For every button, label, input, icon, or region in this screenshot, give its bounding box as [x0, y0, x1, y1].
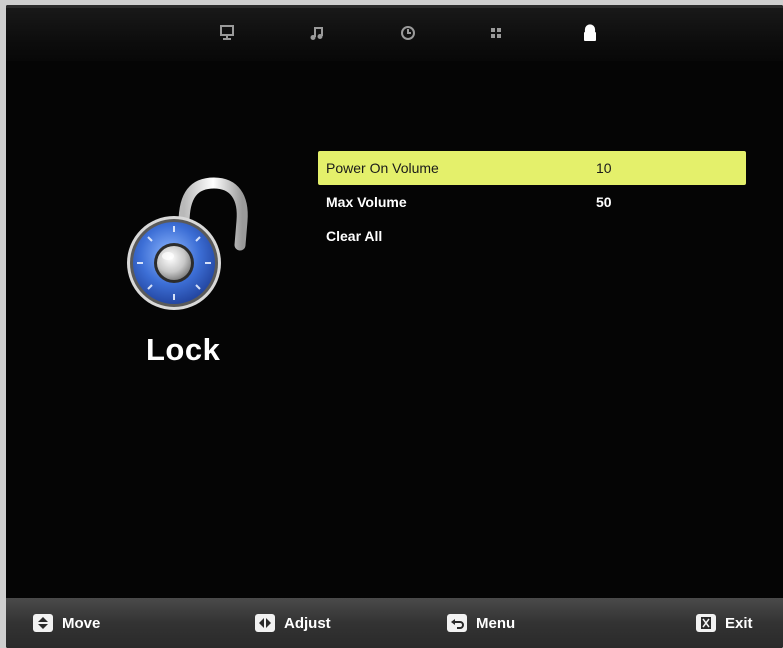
menu-item-label: Max Volume	[326, 194, 407, 210]
tab-time[interactable]	[394, 19, 422, 47]
menu-item-power-on-volume[interactable]: Power On Volume 10	[318, 151, 746, 185]
menu-item-value: 50	[596, 194, 612, 210]
left-right-key-icon	[255, 614, 275, 632]
menu-item-max-volume[interactable]: Max Volume 50	[318, 185, 746, 219]
exit-key-icon	[696, 614, 716, 632]
hint-menu-label: Menu	[476, 614, 516, 632]
menu-item-label: Clear All	[326, 228, 383, 244]
osd-screen: Lock Power On Volume 10 Max Volume 50 Cl…	[6, 5, 783, 648]
menu-item-label: Power On Volume	[326, 160, 439, 176]
tab-lock[interactable]	[576, 19, 604, 47]
hint-move-label: Move	[62, 614, 101, 632]
hint-exit: Exit	[696, 612, 753, 634]
monitor-icon	[220, 25, 234, 40]
music-note-icon	[310, 27, 323, 40]
tab-bar-highlight	[6, 5, 783, 8]
section-title: Lock	[146, 332, 221, 367]
tab-setup[interactable]	[482, 19, 510, 47]
menu-item-clear-all[interactable]: Clear All	[318, 219, 746, 253]
hint-adjust: Adjust	[255, 612, 331, 634]
lock-icon	[584, 24, 596, 41]
tab-bar	[6, 5, 783, 61]
up-down-key-icon	[33, 614, 53, 632]
clock-icon	[401, 26, 415, 40]
menu-item-value: 10	[596, 160, 612, 176]
hint-adjust-label: Adjust	[284, 614, 331, 632]
hint-exit-label: Exit	[725, 614, 753, 632]
hint-move: Move	[33, 612, 100, 634]
hint-menu: Menu	[447, 612, 515, 634]
hint-bar: Move Adjust Menu Exit	[6, 598, 783, 648]
grid-icon	[491, 28, 501, 38]
return-key-icon	[447, 614, 467, 632]
tab-sound[interactable]	[303, 19, 331, 47]
tab-picture[interactable]	[213, 19, 241, 47]
combination-padlock-icon	[122, 175, 252, 315]
